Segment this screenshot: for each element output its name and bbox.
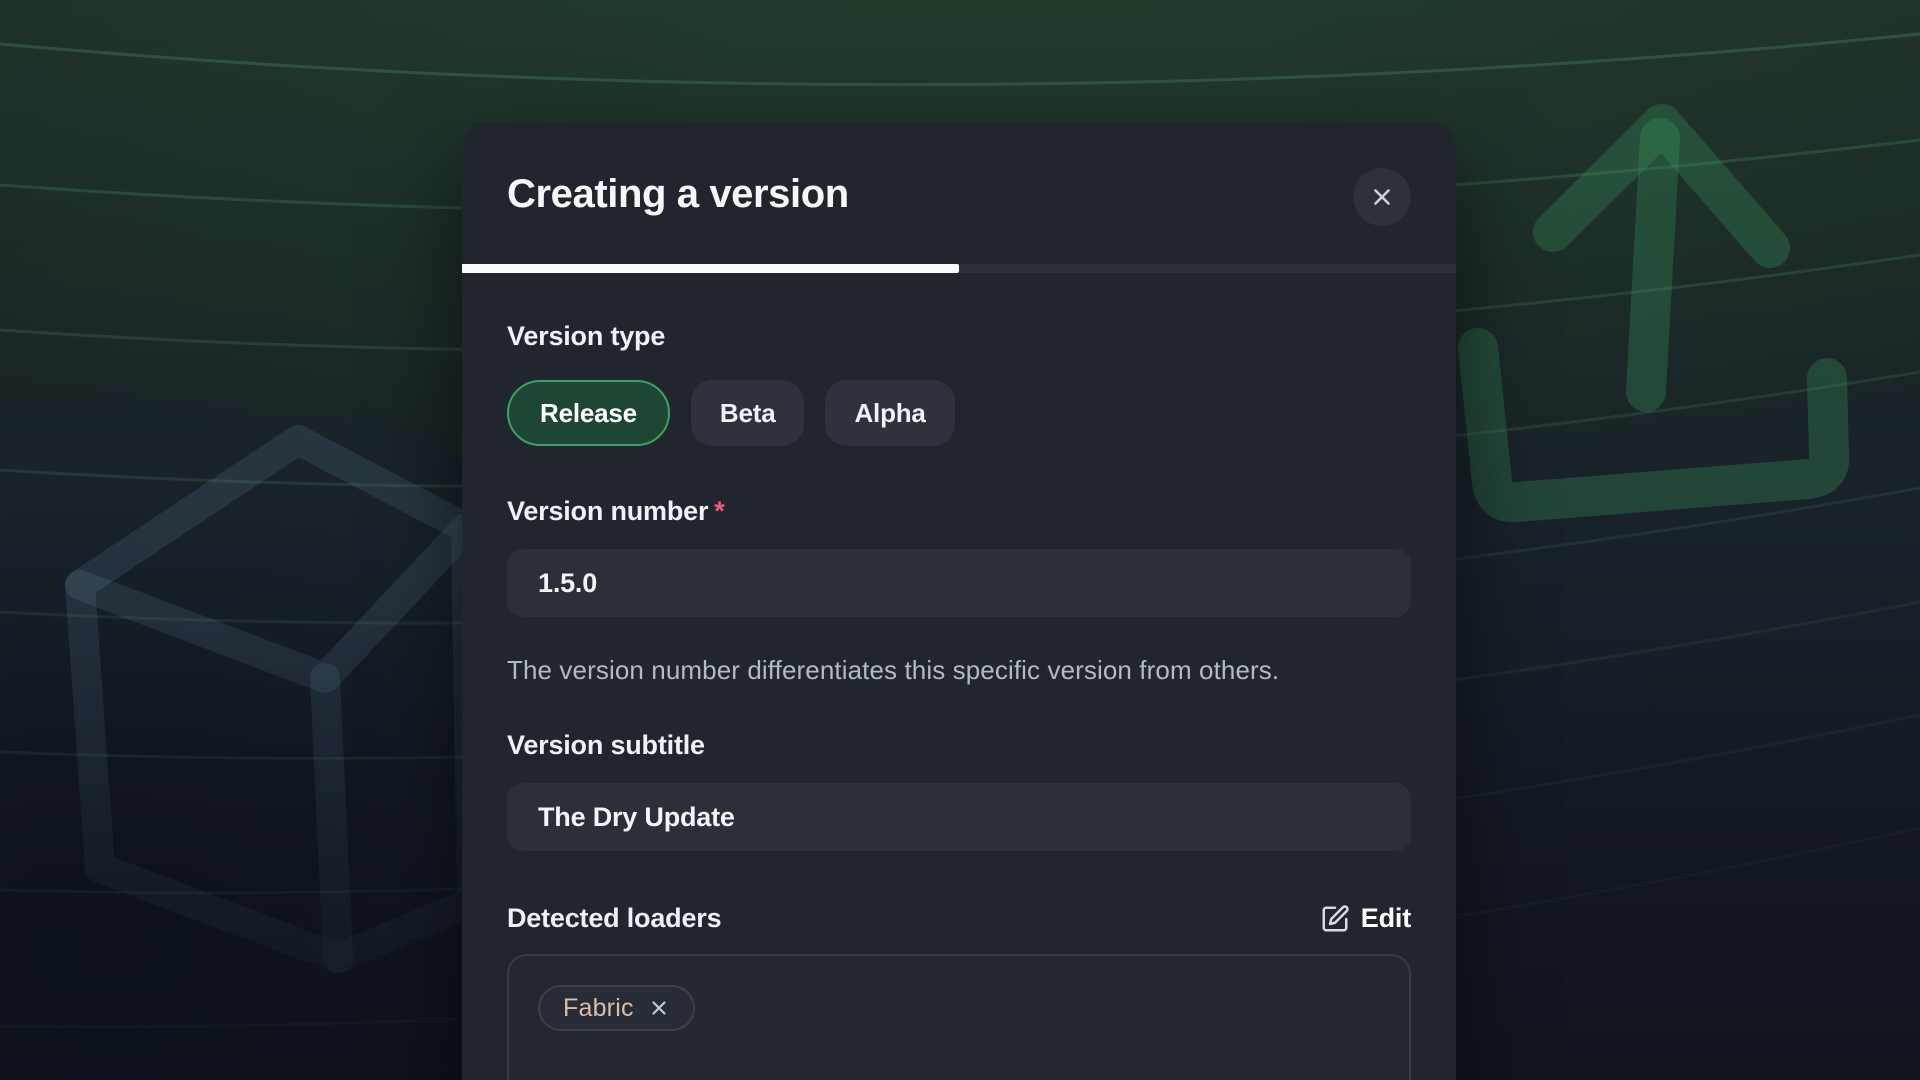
version-subtitle-input[interactable] (507, 783, 1411, 851)
detected-loaders-row: Detected loaders Edit (507, 902, 1411, 935)
version-number-label: Version number* (507, 495, 1411, 528)
detected-loaders-box: Fabric (507, 954, 1411, 1080)
progress-fill (462, 264, 959, 273)
version-number-help-text: The version number differentiates this s… (507, 648, 1387, 692)
version-subtitle-label: Version subtitle (507, 729, 1411, 762)
edit-loaders-button[interactable]: Edit (1320, 903, 1411, 934)
edit-label: Edit (1361, 903, 1411, 934)
close-button[interactable] (1353, 168, 1411, 226)
version-type-options: Release Beta Alpha (507, 380, 1411, 446)
create-version-dialog: Creating a version Version type Release … (462, 122, 1456, 1080)
version-type-option-beta[interactable]: Beta (691, 380, 805, 446)
version-type-option-release[interactable]: Release (507, 380, 670, 446)
version-type-option-alpha[interactable]: Alpha (825, 380, 954, 446)
progress-bar (462, 264, 1456, 273)
dialog-header: Creating a version (462, 122, 1456, 273)
required-asterisk: * (714, 496, 724, 526)
version-number-input[interactable] (507, 549, 1411, 617)
x-icon (648, 997, 670, 1019)
dialog-body: Version type Release Beta Alpha Version … (462, 320, 1456, 1080)
close-icon (1367, 182, 1397, 212)
loader-chip-fabric: Fabric (538, 985, 695, 1031)
screen-background: Creating a version Version type Release … (0, 0, 1920, 1080)
version-type-label: Version type (507, 320, 1411, 353)
loader-chip-label: Fabric (563, 994, 634, 1023)
dialog-title: Creating a version (507, 170, 849, 218)
loader-chip-remove-button[interactable] (648, 997, 670, 1019)
detected-loaders-label: Detected loaders (507, 902, 721, 935)
square-pen-icon (1320, 904, 1350, 934)
